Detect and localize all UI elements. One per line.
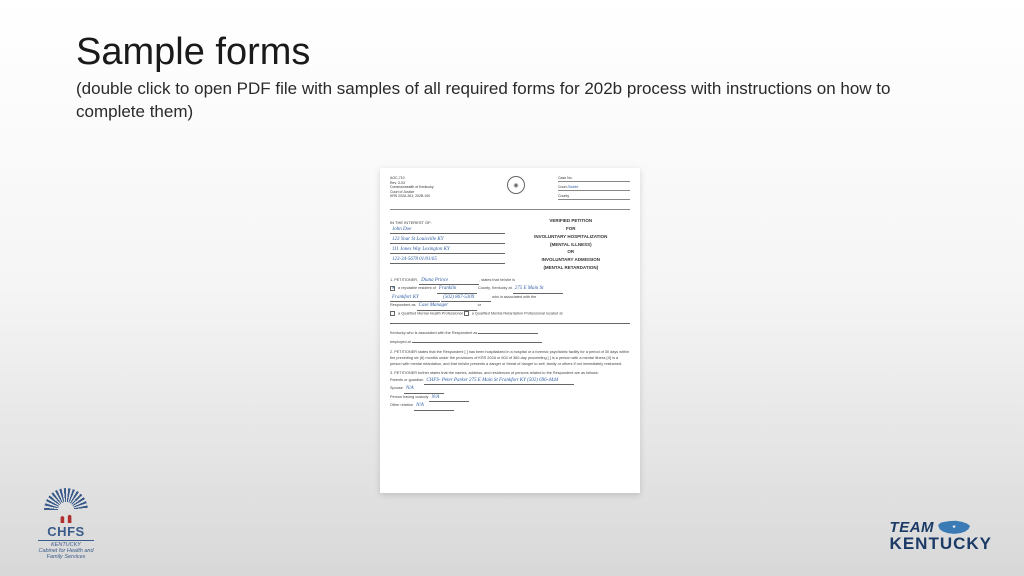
interest-label: IN THE INTEREST OF: bbox=[390, 220, 505, 225]
petitioner-phone: (502) 867-5309 bbox=[441, 294, 491, 303]
respondent-name: John Doe bbox=[390, 227, 505, 234]
chfs-text: CHFS bbox=[47, 525, 84, 539]
page-subtitle: (double click to open PDF file with samp… bbox=[76, 78, 946, 124]
respondent-ssn-dob: 123-34-5678 01/01/65 bbox=[390, 257, 505, 264]
respondent-block: IN THE INTEREST OF: John Doe 123 Your St… bbox=[390, 216, 505, 273]
form-case-block: Case No. Court District County bbox=[558, 176, 630, 203]
chfs-logo: CHFS KENTUCKY Cabinet for Health and Fam… bbox=[38, 488, 94, 560]
petitioner-addr: 275 E Main St bbox=[513, 285, 563, 294]
petitioner-name: Diana Prince bbox=[419, 277, 479, 286]
parents-value: CHFS- Peter Parker 275 E Main St Frankfo… bbox=[424, 377, 574, 386]
section-3: 3. PETITIONER further states that the na… bbox=[390, 371, 630, 411]
kentucky-text: KENTUCKY bbox=[890, 534, 992, 554]
people-icon bbox=[57, 511, 75, 523]
form-title-l1: VERIFIED PETITION bbox=[513, 218, 628, 224]
form-title-l6: INVOLUNTARY ADMISSION bbox=[513, 257, 628, 263]
checkbox-qmrp bbox=[464, 311, 469, 316]
form-title-l7: (MENTAL RETARDATION) bbox=[513, 265, 628, 271]
team-kentucky-logo: TEAM KENTUCKY bbox=[890, 519, 992, 554]
form-title-l4: (MENTAL ILLNESS) bbox=[513, 242, 628, 248]
chfs-services: Family Services bbox=[47, 554, 86, 560]
slide-header: Sample forms (double click to open PDF f… bbox=[76, 32, 984, 124]
page-title: Sample forms bbox=[76, 32, 984, 74]
sample-form-pdf-thumbnail[interactable]: AOC-710 Rev. 3-03 Commonwealth of Kentuc… bbox=[380, 168, 640, 493]
court-line: Court District bbox=[558, 185, 630, 191]
spouse-value: N/A bbox=[404, 385, 444, 394]
respondent-addr2: 111 Jones Way Lexington KY bbox=[390, 247, 505, 254]
petitioner-section: 1. PETITIONER, Diana Prince, states that… bbox=[390, 277, 630, 346]
county-line: County bbox=[558, 194, 630, 200]
form-krs: KRS 202A.261; 202B.100 bbox=[390, 194, 474, 199]
other-value: N/A bbox=[414, 402, 454, 411]
form-title-l3: INVOLUNTARY HOSPITALIZATION bbox=[513, 234, 628, 240]
form-title-block: VERIFIED PETITION FOR INVOLUNTARY HOSPIT… bbox=[513, 216, 628, 273]
form-title-l5: OR bbox=[513, 249, 628, 255]
respondent-addr1: 123 Your St Louisville KY bbox=[390, 237, 505, 244]
petitioner-county: Franklin bbox=[437, 285, 477, 294]
petitioner-city: Frankfort KY bbox=[390, 294, 440, 303]
relationship: Case Manager bbox=[417, 302, 477, 311]
form-doc-info: AOC-710 Rev. 3-03 Commonwealth of Kentuc… bbox=[390, 176, 474, 199]
form-title-l2: FOR bbox=[513, 226, 628, 232]
checkbox-qmhp bbox=[390, 311, 395, 316]
case-no-line: Case No. bbox=[558, 176, 630, 182]
checkbox-resident bbox=[390, 286, 395, 291]
state-seal-icon: ◉ bbox=[507, 176, 525, 194]
sunburst-icon bbox=[44, 488, 88, 510]
section-2: 2. PETITIONER states that the Respondent… bbox=[390, 350, 630, 367]
form-title-row: IN THE INTEREST OF: John Doe 123 Your St… bbox=[390, 216, 630, 273]
form-header: AOC-710 Rev. 3-03 Commonwealth of Kentuc… bbox=[390, 176, 630, 210]
custody-value: N/A bbox=[429, 394, 469, 403]
